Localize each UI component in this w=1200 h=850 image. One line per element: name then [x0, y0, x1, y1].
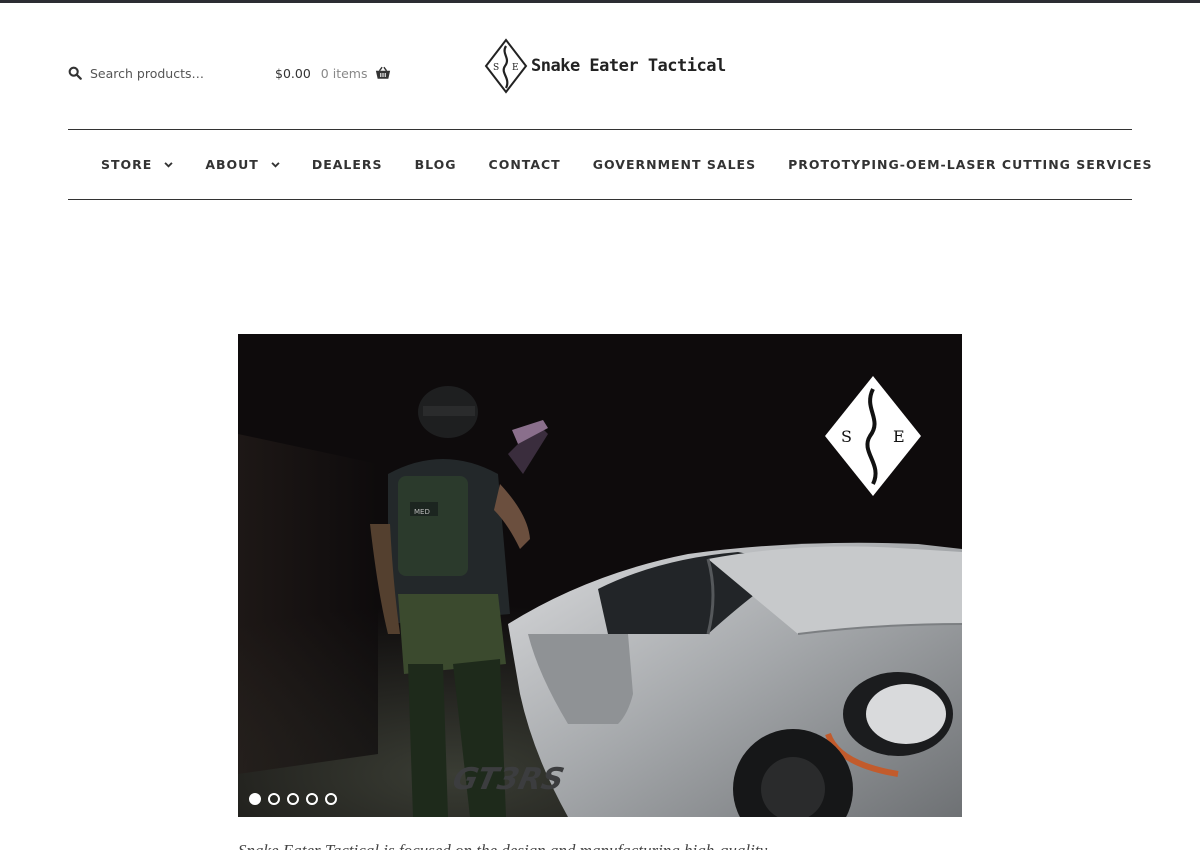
nav-item-blog[interactable]: BLOG	[415, 157, 457, 172]
basket-icon	[376, 66, 391, 79]
search-icon[interactable]	[68, 66, 82, 80]
nav-item-label: PROTOTYPING-OEM-LASER CUTTING SERVICES	[788, 157, 1153, 172]
nav-item-label: CONTACT	[488, 157, 561, 172]
cart-amount: $0.00	[275, 65, 311, 81]
chevron-down-icon	[164, 161, 173, 168]
nav-item-about[interactable]: ABOUT	[205, 157, 280, 172]
snake-diamond-logo-icon: S E	[484, 38, 528, 94]
top-accent-bar	[0, 0, 1200, 3]
slider-dot[interactable]	[325, 793, 337, 805]
nav-item-government-sales[interactable]: GOVERNMENT SALES	[593, 157, 756, 172]
nav-item-label: BLOG	[414, 157, 457, 172]
slide-logo-letter-e: E	[893, 427, 905, 446]
cart-item-count: 0 items	[320, 65, 368, 81]
hero-image: MED GT3RS S E	[238, 334, 962, 817]
nav-item-label: STORE	[101, 157, 153, 172]
chevron-down-icon	[271, 161, 280, 168]
hero-slider[interactable]: MED GT3RS S E	[238, 334, 962, 817]
site-logo[interactable]: S E Snake Eater Tactical	[484, 38, 726, 94]
nav-item-contact[interactable]: CONTACT	[489, 157, 561, 172]
product-search	[68, 62, 248, 84]
slider-dot[interactable]	[249, 793, 261, 805]
header-cart[interactable]: $0.00 0 items	[275, 62, 391, 84]
slider-dot[interactable]	[268, 793, 280, 805]
nav-item-store[interactable]: STORE	[101, 157, 173, 172]
nav-item-label: GOVERNMENT SALES	[592, 157, 757, 172]
slide-logo-letter-s: S	[841, 427, 852, 446]
intro-text: Snake Eater Tactical is focused on the d…	[238, 841, 962, 850]
nav-item-prototyping-services[interactable]: PROTOTYPING-OEM-LASER CUTTING SERVICES	[788, 157, 1152, 172]
nav-item-label: ABOUT	[205, 157, 259, 172]
slider-dot[interactable]	[306, 793, 318, 805]
slider-pagination	[249, 793, 344, 805]
brand-name: Snake Eater Tactical	[531, 56, 726, 76]
nav-item-label: DEALERS	[311, 157, 383, 172]
nav-item-dealers[interactable]: DEALERS	[312, 157, 383, 172]
primary-navigation: STORE ABOUT DEALERS BLOG CONTACT GOVERNM…	[68, 129, 1151, 200]
search-input[interactable]	[90, 65, 240, 81]
logo-letter-e: E	[512, 63, 519, 73]
patch-text: MED	[414, 508, 430, 516]
car-lettering: GT3RS	[450, 762, 567, 797]
logo-letter-s: S	[493, 63, 499, 73]
nav-list: STORE ABOUT DEALERS BLOG CONTACT GOVERNM…	[68, 130, 1151, 199]
slider-dot[interactable]	[287, 793, 299, 805]
